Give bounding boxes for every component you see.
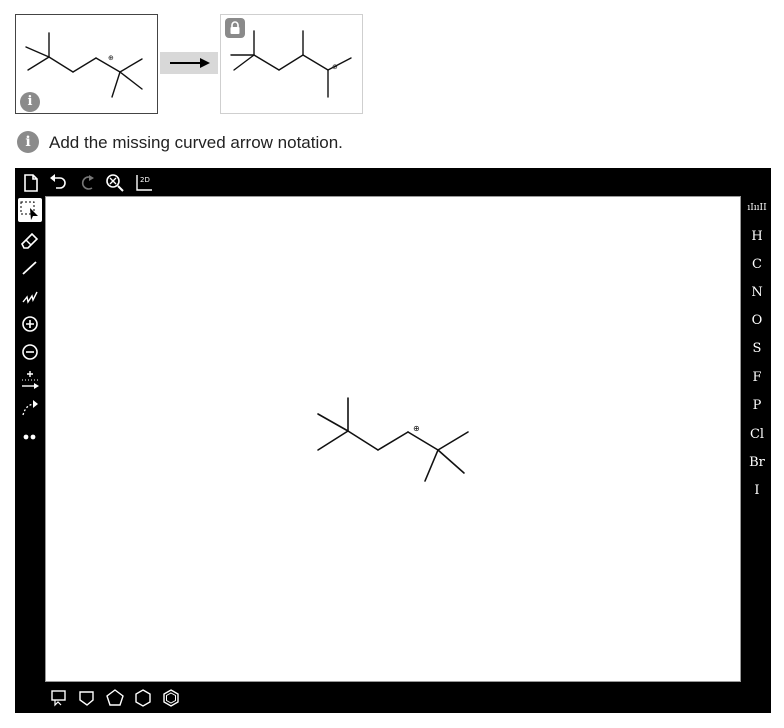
info-icon[interactable]: i: [20, 92, 40, 112]
chain-icon[interactable]: [18, 284, 42, 308]
element-s[interactable]: S: [746, 341, 768, 356]
square-ring-icon[interactable]: [77, 688, 97, 708]
canvas-structure[interactable]: ⊕: [46, 197, 740, 681]
new-document-icon[interactable]: [20, 172, 42, 194]
lone-pair-icon[interactable]: [18, 424, 42, 448]
zoom-clear-icon[interactable]: [104, 172, 126, 194]
element-p[interactable]: P: [746, 398, 768, 413]
reactant-charge: ⊕: [108, 55, 114, 62]
canvas-charge: ⊕: [413, 424, 420, 433]
lock-icon: [225, 18, 245, 38]
2d-label: 2D: [140, 176, 150, 184]
element-cl[interactable]: Cl: [746, 427, 768, 442]
eraser-icon[interactable]: [18, 228, 42, 252]
instruction-text: Add the missing curved arrow notation.: [49, 133, 343, 152]
element-h[interactable]: H: [746, 229, 768, 244]
element-c[interactable]: C: [746, 257, 768, 272]
undo-icon[interactable]: [47, 172, 69, 194]
positive-charge-icon[interactable]: [18, 312, 42, 336]
reaction-arrow-icon: [170, 58, 210, 68]
hexagon-ring-icon[interactable]: [133, 688, 153, 708]
bond-icon[interactable]: [18, 256, 42, 280]
product-charge: ⊕: [332, 64, 338, 71]
element-o[interactable]: O: [746, 313, 768, 328]
select-tool-icon[interactable]: [18, 198, 42, 222]
2d-clean-icon[interactable]: 2D: [132, 172, 154, 194]
drawing-canvas[interactable]: ⊕: [45, 196, 741, 682]
reaction-arrow-band: [160, 52, 218, 74]
element-f[interactable]: F: [746, 370, 768, 385]
increase-charge-arrow-icon[interactable]: [18, 368, 42, 392]
element-i[interactable]: I: [746, 483, 768, 498]
negative-charge-icon[interactable]: [18, 340, 42, 364]
element-n[interactable]: N: [746, 285, 768, 300]
template-icon[interactable]: [49, 688, 69, 708]
periodic-table-icon[interactable]: ıIııII: [746, 203, 768, 213]
instruction-info-icon[interactable]: i: [17, 131, 39, 153]
pentagon-ring-icon[interactable]: [105, 688, 125, 708]
curved-arrow-icon[interactable]: [18, 396, 42, 420]
benzene-ring-icon[interactable]: [161, 688, 181, 708]
redo-icon[interactable]: [76, 172, 98, 194]
element-br[interactable]: Br: [746, 455, 768, 470]
